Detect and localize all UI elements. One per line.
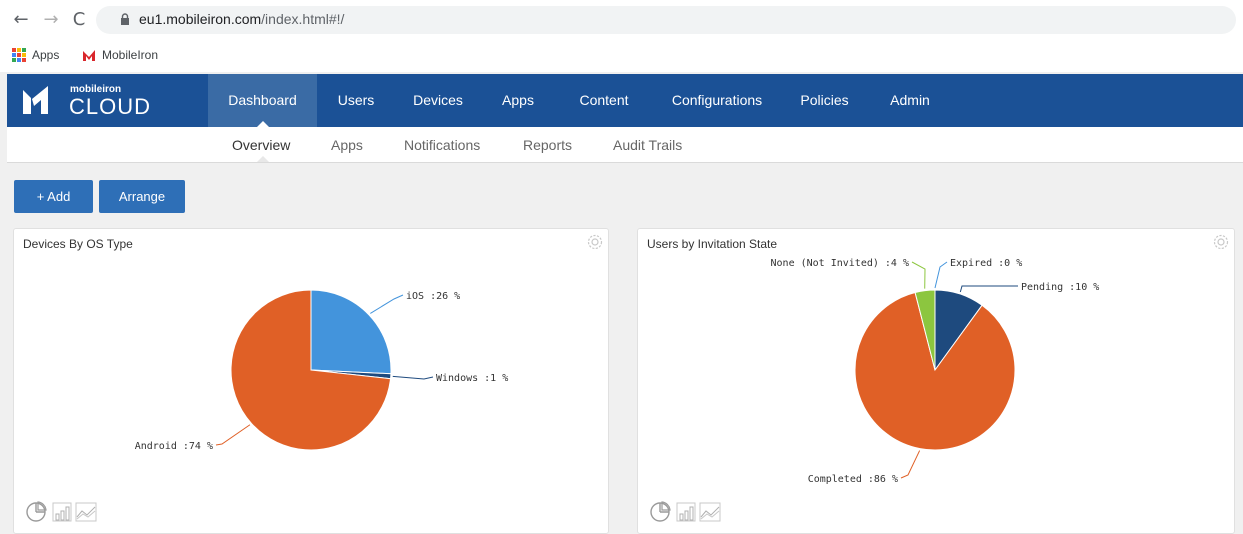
pie-label-connector bbox=[934, 261, 948, 289]
bookmark-apps-label: Apps bbox=[32, 48, 60, 62]
bookmark-mobileiron-label: MobileIron bbox=[102, 48, 159, 62]
pie-data-label: iOS :26 % bbox=[406, 291, 460, 302]
subtab-reports[interactable]: Reports bbox=[523, 137, 572, 153]
pie-label-connector bbox=[911, 261, 926, 289]
pie-data-label: Android :74 % bbox=[135, 441, 213, 452]
pie-data-label: Expired :0 % bbox=[950, 258, 1022, 269]
pie-chart-icon[interactable] bbox=[650, 501, 671, 522]
line-chart-icon[interactable] bbox=[75, 502, 97, 522]
subtab-audit-trails-label: Audit Trails bbox=[613, 137, 683, 153]
tab-admin-label: Admin bbox=[890, 92, 930, 108]
tab-users-label: Users bbox=[337, 92, 375, 108]
url-text: eu1.mobileiron.com/index.html#!/ bbox=[139, 11, 344, 27]
lock-icon bbox=[121, 13, 129, 25]
subtab-audit-trails[interactable]: Audit Trails bbox=[613, 137, 682, 153]
subtab-reports-label: Reports bbox=[523, 137, 573, 153]
pie-label-connector bbox=[392, 375, 434, 380]
back-icon[interactable]: ← bbox=[10, 9, 32, 31]
tab-users[interactable]: Users bbox=[327, 74, 385, 127]
active-subtab-indicator bbox=[257, 156, 269, 162]
url-host: eu1.mobileiron.com bbox=[139, 11, 262, 27]
pie-label-connector bbox=[900, 450, 921, 479]
chart-type-toolbar bbox=[26, 501, 97, 522]
devices-by-os-pie: iOS :26 % Windows :1 % Android :74 % bbox=[135, 289, 508, 452]
app-header: mobileiron CLOUD Dashboard Users Devices… bbox=[7, 74, 1243, 128]
tab-configurations[interactable]: Configurations bbox=[662, 74, 772, 127]
subtab-overview-label: Overview bbox=[232, 137, 291, 153]
subtab-notifications-label: Notifications bbox=[404, 137, 481, 153]
logo-wordmark-cloud: CLOUD bbox=[69, 94, 152, 119]
bookmarks-bar: Apps MobileIron bbox=[0, 42, 1243, 72]
subtab-apps[interactable]: Apps bbox=[331, 137, 363, 153]
pie-data-label: Pending :10 % bbox=[1021, 282, 1099, 293]
devices-by-os-panel: Devices By OS Type iOS :26 % Windows :1 %… bbox=[13, 228, 609, 534]
arrange-button[interactable]: Arrange bbox=[99, 180, 185, 213]
browser-toolbar: ← → C eu1.mobileiron.com/index.html#!/ bbox=[0, 0, 1243, 42]
users-by-invitation-panel: Users by Invitation State Expired :0 % Pe… bbox=[637, 228, 1235, 534]
add-widget-button[interactable]: + Add bbox=[14, 180, 93, 213]
pie-data-label: None (Not Invited) :4 % bbox=[771, 258, 909, 269]
tab-policies[interactable]: Policies bbox=[792, 74, 857, 127]
bookmark-apps[interactable]: Apps bbox=[12, 48, 59, 62]
tab-policies-label: Policies bbox=[800, 92, 849, 108]
pie-data-label: Completed :86 % bbox=[808, 474, 898, 485]
mobileiron-logo-icon[interactable] bbox=[21, 84, 51, 116]
tab-devices-label: Devices bbox=[413, 92, 463, 108]
apps-grid-icon bbox=[12, 48, 26, 62]
tab-content-label: Content bbox=[579, 92, 629, 108]
pie-chart-icon[interactable] bbox=[26, 501, 47, 522]
forward-icon[interactable]: → bbox=[40, 9, 62, 31]
tab-apps[interactable]: Apps bbox=[491, 74, 545, 127]
url-path: /index.html#!/ bbox=[261, 11, 345, 27]
tab-admin[interactable]: Admin bbox=[880, 74, 940, 127]
pie-label-connector bbox=[959, 285, 1018, 293]
tab-dashboard-label: Dashboard bbox=[228, 92, 297, 108]
tab-content[interactable]: Content bbox=[569, 74, 639, 127]
bar-chart-icon[interactable] bbox=[52, 502, 72, 522]
subtab-apps-label: Apps bbox=[331, 137, 363, 153]
pie-data-label: Windows :1 % bbox=[436, 373, 508, 384]
pie-label-connector bbox=[370, 294, 404, 314]
tab-apps-label: Apps bbox=[502, 92, 534, 108]
bookmark-mobileiron[interactable]: MobileIron bbox=[82, 48, 158, 62]
line-chart-icon[interactable] bbox=[699, 502, 721, 522]
pie-label-connector bbox=[215, 424, 251, 446]
tab-devices[interactable]: Devices bbox=[402, 74, 474, 127]
reload-icon[interactable]: C bbox=[68, 9, 90, 31]
tab-configurations-label: Configurations bbox=[671, 92, 763, 108]
users-by-invitation-pie: Expired :0 % Pending :10 % Completed :86 %… bbox=[771, 258, 1100, 485]
bar-chart-icon[interactable] bbox=[676, 502, 696, 522]
sub-navigation: Overview Apps Notifications Reports Audi… bbox=[7, 127, 1243, 163]
subtab-overview[interactable]: Overview bbox=[232, 137, 290, 153]
subtab-notifications[interactable]: Notifications bbox=[404, 137, 480, 153]
tab-dashboard[interactable]: Dashboard bbox=[208, 74, 317, 128]
chart-type-toolbar bbox=[650, 501, 721, 522]
pie-slice-ios[interactable] bbox=[310, 289, 392, 375]
mobileiron-favicon bbox=[83, 49, 95, 61]
